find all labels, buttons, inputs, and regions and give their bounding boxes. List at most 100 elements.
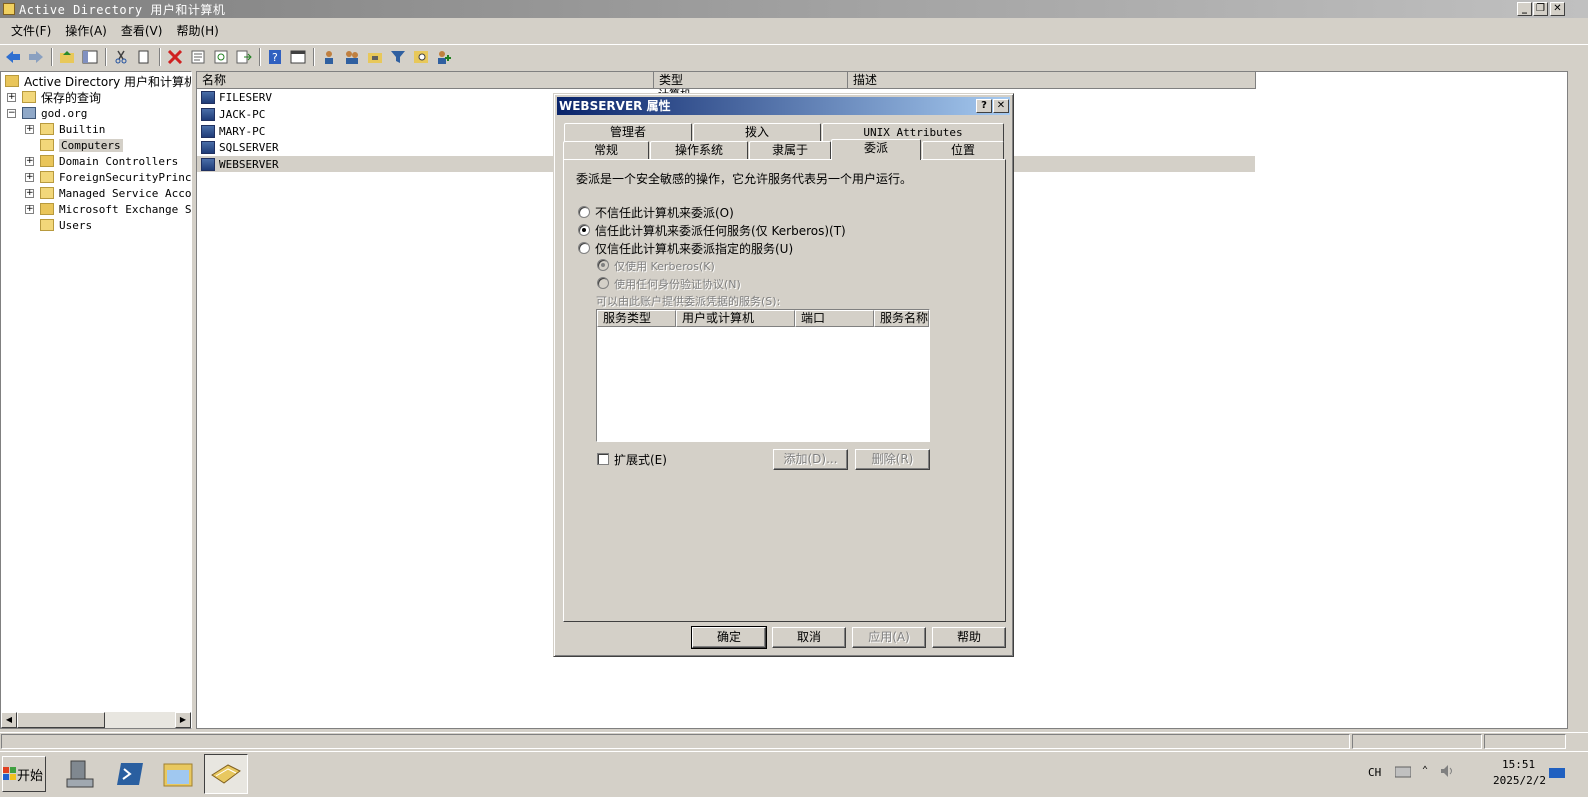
- help-button[interactable]: 帮助: [932, 627, 1006, 648]
- radio-specified-services[interactable]: [578, 242, 590, 254]
- tree-foreign-security[interactable]: + ForeignSecurityPrincipals: [25, 169, 191, 185]
- option-any-protocol-label[interactable]: 使用任何身份验证协议(N): [614, 276, 741, 292]
- radio-any-service[interactable]: [578, 224, 590, 236]
- new-user-icon[interactable]: [318, 46, 339, 67]
- tree-saved-queries[interactable]: + 保存的查询: [7, 89, 101, 105]
- tree-builtin[interactable]: + Builtin: [25, 121, 105, 137]
- option-any-service-label[interactable]: 信任此计算机来委派任何服务(仅 Kerberos)(T): [595, 222, 846, 239]
- list-item[interactable]: FILESERV: [201, 89, 272, 105]
- close-button[interactable]: ✕: [1550, 2, 1565, 16]
- col-service-name[interactable]: 服务名称: [874, 310, 929, 327]
- help-icon[interactable]: ?: [264, 46, 285, 67]
- delete-icon[interactable]: [164, 46, 185, 67]
- expand-icon[interactable]: +: [25, 204, 34, 214]
- export-list-icon[interactable]: [233, 46, 254, 67]
- tree-computers[interactable]: Computers: [40, 137, 123, 153]
- cut-icon[interactable]: [110, 46, 131, 67]
- refresh-icon[interactable]: [210, 46, 231, 67]
- list-item[interactable]: JACK-PC: [201, 106, 265, 122]
- expand-icon[interactable]: +: [25, 188, 34, 198]
- filter-icon[interactable]: [387, 46, 408, 67]
- new-ou-icon[interactable]: [364, 46, 385, 67]
- powershell-icon[interactable]: [108, 754, 152, 794]
- tab-dial-in[interactable]: 拨入: [693, 123, 821, 142]
- expanded-label[interactable]: 扩展式(E): [614, 451, 667, 468]
- add-to-group-icon[interactable]: [433, 46, 454, 67]
- tree-users[interactable]: Users: [40, 217, 92, 233]
- col-user-or-computer[interactable]: 用户或计算机: [676, 310, 795, 327]
- menu-view[interactable]: 查看(V): [114, 21, 170, 41]
- expand-icon[interactable]: +: [25, 124, 34, 134]
- menu-file[interactable]: 文件(F): [4, 21, 58, 41]
- new-group-icon[interactable]: [341, 46, 362, 67]
- tree-hscrollbar[interactable]: ◀ ▶: [1, 712, 191, 728]
- find-icon[interactable]: [410, 46, 431, 67]
- tab-location[interactable]: 位置: [922, 141, 1004, 160]
- radio-any-protocol[interactable]: [597, 277, 609, 289]
- tree-root[interactable]: Active Directory 用户和计算机: [5, 73, 191, 89]
- keyboard-icon[interactable]: [1394, 764, 1412, 781]
- cancel-button[interactable]: 取消: [772, 627, 846, 648]
- tab-delegation[interactable]: 委派: [831, 139, 921, 160]
- tab-member-of[interactable]: 隶属于: [749, 141, 831, 160]
- scroll-right-icon[interactable]: ▶: [175, 712, 191, 728]
- clock-date[interactable]: 2025/2/2: [1493, 774, 1546, 787]
- option-kerberos-only-label[interactable]: 仅使用 Kerberos(K): [614, 258, 715, 274]
- properties-icon[interactable]: [187, 46, 208, 67]
- language-indicator[interactable]: CH: [1368, 766, 1381, 779]
- folder-icon: [40, 219, 54, 231]
- dialog-help-button[interactable]: ?: [976, 99, 992, 113]
- clock-time[interactable]: 15:51: [1502, 758, 1535, 771]
- forward-icon[interactable]: [25, 46, 46, 67]
- copy-icon[interactable]: [133, 46, 154, 67]
- start-button[interactable]: 开始: [2, 756, 46, 792]
- tree-exchange-security[interactable]: + Microsoft Exchange Security Groups: [25, 201, 191, 217]
- ad-users-taskbar-icon[interactable]: [204, 754, 248, 794]
- list-item[interactable]: MARY-PC: [201, 123, 265, 139]
- services-list[interactable]: 服务类型 用户或计算机 端口 服务名称: [596, 309, 930, 442]
- explorer-icon[interactable]: [156, 754, 200, 794]
- ou-folder-icon: [40, 203, 54, 215]
- col-type[interactable]: 类型: [654, 72, 848, 89]
- folder-icon: [40, 139, 54, 151]
- apply-button[interactable]: 应用(A): [852, 627, 926, 648]
- tab-operating-system[interactable]: 操作系统: [650, 141, 748, 160]
- remove-service-button[interactable]: 删除(R): [855, 449, 930, 470]
- tab-managed-by[interactable]: 管理者: [564, 123, 692, 142]
- expand-icon[interactable]: +: [7, 92, 16, 102]
- console-view-icon[interactable]: [287, 46, 308, 67]
- minimize-button[interactable]: _: [1517, 2, 1532, 16]
- add-service-button[interactable]: 添加(D)...: [773, 449, 848, 470]
- up-folder-icon[interactable]: [56, 46, 77, 67]
- col-desc[interactable]: 描述: [848, 72, 1256, 89]
- server-manager-icon[interactable]: [58, 754, 102, 794]
- scroll-left-icon[interactable]: ◀: [1, 712, 17, 728]
- list-item[interactable]: SQLSERVER: [201, 139, 279, 155]
- radio-kerberos-only[interactable]: [597, 259, 609, 271]
- restore-button[interactable]: ❐: [1533, 2, 1548, 16]
- collapse-icon[interactable]: −: [7, 108, 16, 118]
- show-hide-tree-icon[interactable]: [79, 46, 100, 67]
- tree-managed-service[interactable]: + Managed Service Accounts: [25, 185, 191, 201]
- col-port[interactable]: 端口: [795, 310, 874, 327]
- option-no-delegation-label[interactable]: 不信任此计算机来委派(O): [595, 204, 734, 221]
- radio-no-delegation[interactable]: [578, 206, 590, 218]
- tree-domain-controllers[interactable]: + Domain Controllers: [25, 153, 178, 169]
- volume-icon[interactable]: [1440, 764, 1456, 781]
- tree-domain[interactable]: − god.org: [7, 105, 87, 121]
- tab-general[interactable]: 常规: [563, 141, 649, 160]
- expand-icon[interactable]: +: [25, 156, 34, 166]
- back-icon[interactable]: [2, 46, 23, 67]
- tray-expand-icon[interactable]: ⌃: [1422, 765, 1428, 776]
- expanded-checkbox[interactable]: [597, 453, 609, 465]
- menu-action[interactable]: 操作(A): [58, 21, 114, 41]
- dialog-close-button[interactable]: ✕: [993, 99, 1009, 113]
- ok-button[interactable]: 确定: [691, 626, 767, 649]
- menu-help[interactable]: 帮助(H): [169, 21, 225, 41]
- col-service-type[interactable]: 服务类型: [597, 310, 676, 327]
- expand-icon[interactable]: +: [25, 172, 34, 182]
- show-desktop-icon[interactable]: [1549, 766, 1565, 783]
- option-specified-label[interactable]: 仅信任此计算机来委派指定的服务(U): [595, 240, 793, 257]
- scroll-thumb[interactable]: [17, 712, 105, 728]
- col-name[interactable]: 名称: [197, 72, 654, 89]
